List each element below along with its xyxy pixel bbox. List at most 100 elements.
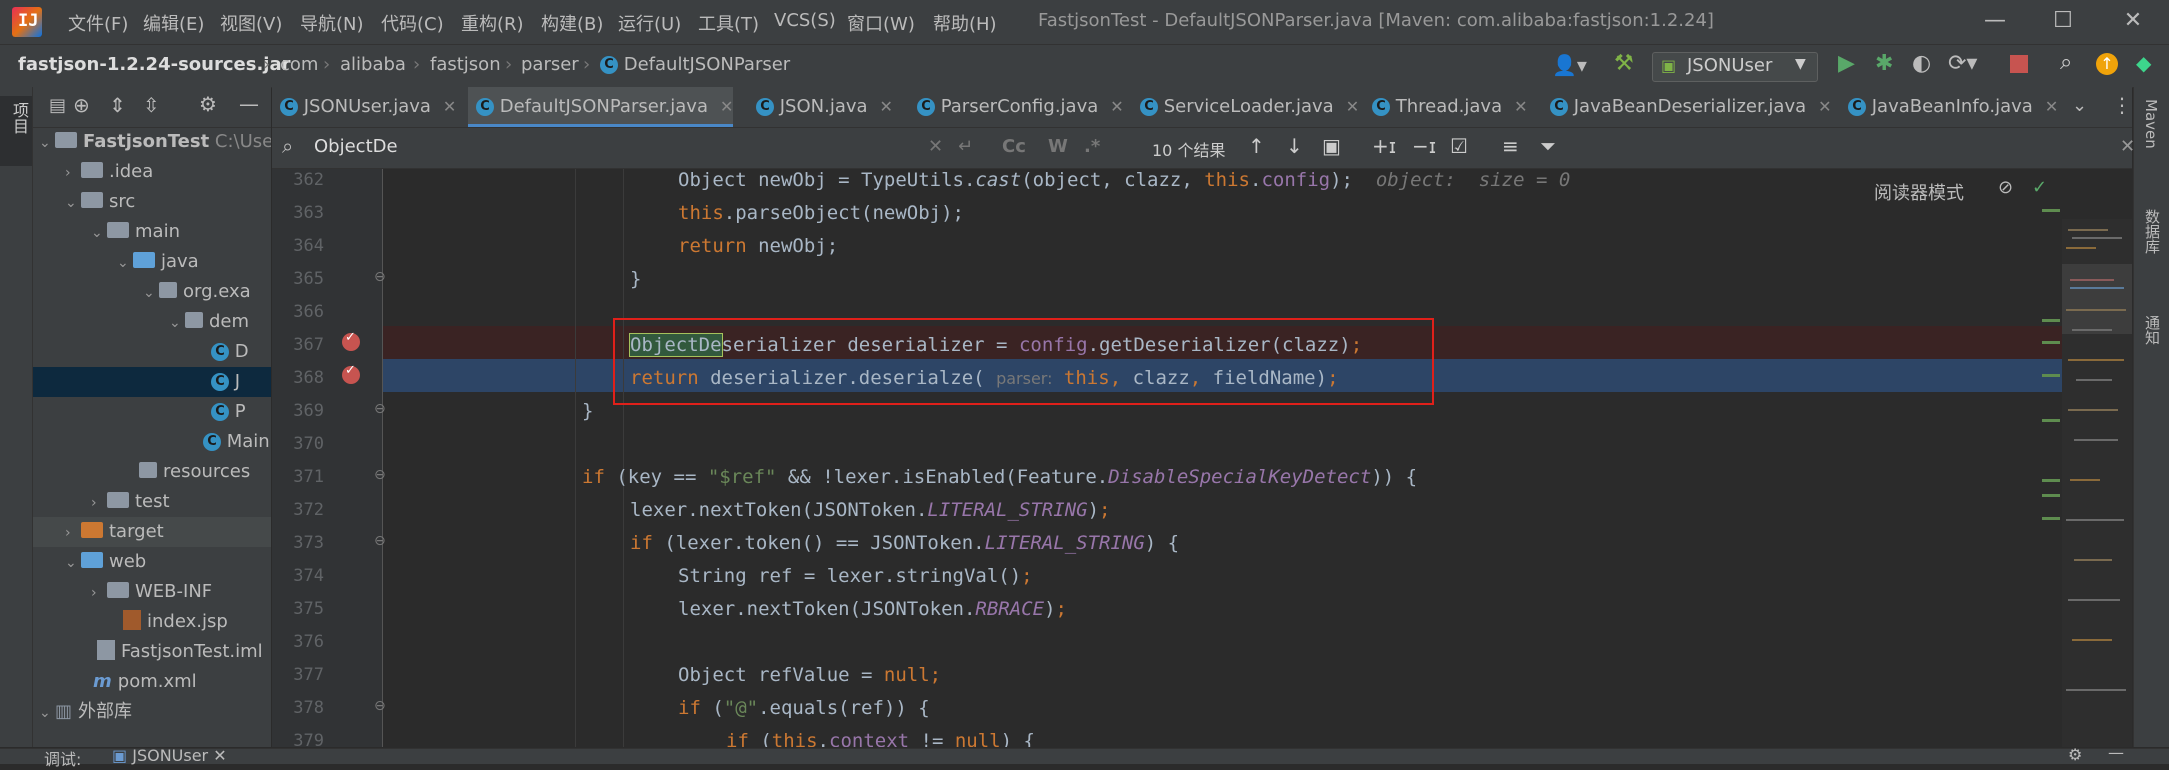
run-icon[interactable]: ▶ — [1838, 51, 1855, 76]
tree-item-iml[interactable]: FastjsonTest.iml — [33, 637, 271, 667]
menu-vcs[interactable]: VCS(S) — [774, 10, 836, 31]
database-tool-tab[interactable]: 数据库 — [2142, 209, 2163, 254]
stop-icon[interactable] — [2010, 55, 2028, 73]
breadcrumb-jar[interactable]: fastjson-1.2.24-sources.jar — [18, 54, 290, 75]
search-icon[interactable]: ⌕ — [2060, 50, 2072, 75]
menu-refactor[interactable]: 重构(R) — [461, 10, 524, 36]
gear-icon[interactable]: ⚙ — [199, 92, 217, 116]
tree-item-pom[interactable]: m pom.xml — [33, 667, 271, 697]
tab-list-chevron-icon[interactable]: ⌄ — [2072, 95, 2087, 116]
tree-item-idea[interactable]: › .idea — [33, 157, 271, 187]
profiler-icon[interactable]: ⟳▾ — [1948, 51, 1977, 76]
plugin-icon[interactable]: ◆ — [2136, 51, 2151, 75]
project-tool-tab[interactable]: 项目 — [0, 96, 32, 166]
tree-item-resources[interactable]: resources — [33, 457, 271, 487]
tab-json[interactable]: C JSON.java ✕ — [748, 87, 893, 127]
eye-crossed-icon[interactable]: ⊘ — [1998, 177, 2013, 198]
tree-item-class-p[interactable]: C P — [33, 397, 271, 427]
tree-item-main[interactable]: ⌄ main — [33, 217, 271, 247]
close-window-icon[interactable]: ✕ — [2118, 8, 2148, 33]
close-tab-icon[interactable]: ✕ — [720, 97, 733, 116]
tree-item-external-libs[interactable]: ⌄ ▥ 外部库 — [33, 697, 271, 727]
remove-occurrence-icon[interactable]: −ɪ — [1412, 134, 1436, 158]
next-occurrence-icon[interactable]: ↓ — [1286, 134, 1303, 158]
menu-help[interactable]: 帮助(H) — [933, 10, 997, 36]
locate-icon[interactable]: ⊕ — [73, 93, 90, 117]
regex-toggle[interactable]: .* — [1084, 136, 1100, 157]
breadcrumb-alibaba[interactable]: alibaba — [340, 54, 406, 75]
project-view-icon[interactable]: ▤ — [49, 95, 66, 116]
reader-mode-toggle[interactable]: 阅读器模式 — [1874, 179, 1964, 205]
tree-item-src[interactable]: ⌄ src — [33, 187, 271, 217]
close-tab-icon[interactable]: ✕ — [1110, 97, 1123, 116]
maven-tool-tab[interactable]: Maven — [2142, 99, 2160, 149]
menu-file[interactable]: 文件(F) — [68, 10, 128, 36]
notifications-tool-tab[interactable]: 通知 — [2142, 315, 2163, 345]
breadcrumb-fastjson[interactable]: fastjson — [430, 54, 501, 75]
menu-run[interactable]: 运行(U) — [618, 10, 681, 36]
breakpoint-icon[interactable] — [342, 363, 360, 384]
tab-serviceloader[interactable]: C ServiceLoader.java ✕ — [1132, 87, 1359, 127]
minimize-icon[interactable]: — — [1980, 8, 2010, 33]
collapse-all-icon[interactable]: ⇳ — [143, 93, 160, 117]
more-icon[interactable]: ⋮ — [2112, 93, 2132, 117]
tab-javabeandeserializer[interactable]: C JavaBeanDeserializer.java ✕ — [1542, 87, 1832, 127]
gear-icon[interactable]: ⚙ — [2068, 745, 2082, 764]
minimap[interactable] — [2062, 219, 2132, 747]
tab-javabeaninfo[interactable]: C JavaBeanInfo.java ✕ — [1840, 87, 2058, 127]
tree-item-class-j[interactable]: C J — [33, 367, 271, 397]
user-icon[interactable]: 👤▾ — [1552, 53, 1587, 77]
tab-jsonuser[interactable]: C JSONUser.java ✕ — [272, 87, 456, 127]
close-tab-icon[interactable]: ✕ — [880, 97, 893, 116]
new-line-icon[interactable]: ↵ — [958, 136, 973, 157]
close-tab-icon[interactable]: ✕ — [1346, 97, 1359, 116]
expand-all-icon[interactable]: ⇕ — [109, 93, 126, 117]
filter-settings-icon[interactable]: ≡ — [1502, 134, 1519, 158]
debug-icon[interactable]: ✱ — [1875, 51, 1893, 76]
close-find-icon[interactable]: ✕ — [2120, 136, 2135, 157]
menu-window[interactable]: 窗口(W) — [847, 10, 915, 36]
close-tab-icon[interactable]: ✕ — [1514, 97, 1527, 116]
find-input[interactable]: ObjectDe — [314, 136, 398, 157]
tree-item-package-dem[interactable]: ⌄ dem — [33, 307, 271, 337]
breadcrumb-parser[interactable]: parser — [521, 54, 579, 75]
previous-occurrence-icon[interactable]: ↑ — [1248, 134, 1265, 158]
breakpoint-icon[interactable] — [342, 330, 360, 351]
close-tab-icon[interactable]: ✕ — [2045, 97, 2058, 116]
menu-edit[interactable]: 编辑(E) — [143, 10, 204, 36]
tree-item-main-class[interactable]: C Main — [33, 427, 271, 457]
fold-icon[interactable]: ⊖ — [374, 698, 386, 714]
hide-panel-icon[interactable]: — — [2108, 743, 2124, 762]
tree-item-test[interactable]: › test — [33, 487, 271, 517]
tree-item-web-inf[interactable]: › WEB-INF — [33, 577, 271, 607]
fold-icon[interactable]: ⊖ — [374, 533, 386, 549]
tree-item-package-org[interactable]: ⌄ org.exa — [33, 277, 271, 307]
build-hammer-icon[interactable]: ⚒ — [1614, 51, 1634, 76]
maximize-icon[interactable]: ☐ — [2048, 8, 2078, 33]
clear-icon[interactable]: ✕ — [928, 136, 943, 157]
menu-code[interactable]: 代码(C) — [381, 10, 444, 36]
tree-item-project[interactable]: ⌄FastjsonTest C:\User — [33, 127, 271, 157]
match-case-toggle[interactable]: Cc — [1002, 136, 1026, 157]
fold-icon[interactable]: ⊖ — [374, 269, 386, 285]
run-config-select[interactable]: ▣ JSONUser ▼ — [1652, 52, 1818, 82]
coverage-icon[interactable]: ◐ — [1912, 51, 1931, 76]
fold-icon[interactable]: ⊖ — [374, 467, 386, 483]
menu-build[interactable]: 构建(B) — [541, 10, 603, 36]
tree-item-web[interactable]: ⌄ web — [33, 547, 271, 577]
close-tab-icon[interactable]: ✕ — [443, 97, 456, 116]
select-all-icon[interactable]: ▣ — [1322, 134, 1341, 158]
hide-panel-icon[interactable]: — — [239, 92, 259, 116]
filter-icon[interactable]: ⏷ — [1540, 134, 1556, 158]
menu-tools[interactable]: 工具(T) — [698, 10, 759, 36]
update-icon[interactable]: ↑ — [2096, 53, 2118, 75]
tree-item-java[interactable]: ⌄ java — [33, 247, 271, 277]
fold-icon[interactable]: ⊖ — [374, 401, 386, 417]
menu-view[interactable]: 视图(V) — [220, 10, 282, 36]
tab-parserconfig[interactable]: C ParserConfig.java ✕ — [909, 87, 1124, 127]
breadcrumb-class[interactable]: C DefaultJSONParser — [600, 54, 790, 75]
tree-item-index-jsp[interactable]: index.jsp — [33, 607, 271, 637]
select-occurrences-icon[interactable]: ☑ — [1450, 134, 1468, 158]
tree-item-class-d[interactable]: C D — [33, 337, 271, 367]
tab-defaultjsonparser[interactable]: C DefaultJSONParser.java ✕ — [468, 87, 734, 127]
